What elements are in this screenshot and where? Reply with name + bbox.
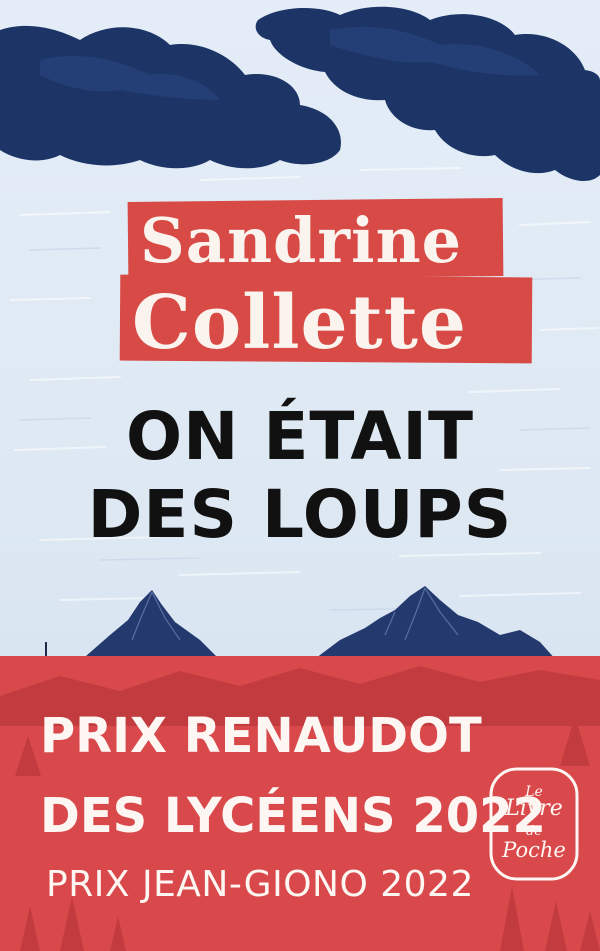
book-title-line-2: DES LOUPS [87,476,513,553]
logo-word-poche: Poche [502,838,566,862]
author-last-name: Collette [132,280,468,366]
logo-word-de: de [525,824,542,839]
book-title-line-1: ON ÉTAIT [126,398,474,475]
award-renaudot-line-1: PRIX RENAUDOT [40,708,482,764]
book-cover: Sandrine Collette ON ÉTAIT DES LOUPS PRI… [0,0,600,951]
author-first-name: Sandrine [140,204,463,277]
award-jean-giono: PRIX JEAN-GIONO 2022 [46,864,474,905]
logo-word-livre: Livre [505,796,563,821]
storm-clouds [0,6,600,182]
award-renaudot-line-2: DES LYCÉENS 2022 [40,788,546,844]
